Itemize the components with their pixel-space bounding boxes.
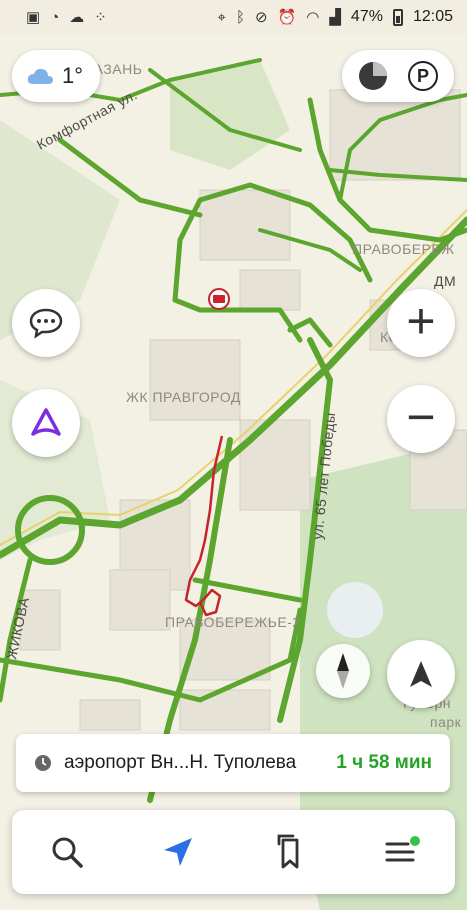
status-bar-right: ⌖ ᛒ ⊘ ⏰ ◠ ▟ 47% 12:05 xyxy=(218,8,453,26)
route-summary-panel[interactable]: аэропорт Вн...Н. Туполева 1 ч 58 мин xyxy=(16,734,450,792)
battery-percent: 47% xyxy=(350,8,383,25)
route-destination: аэропорт Вн...Н. Туполева xyxy=(64,752,297,773)
battery-icon xyxy=(392,8,403,26)
compass-icon xyxy=(337,653,349,689)
parking-icon: P xyxy=(408,61,438,91)
navigator-tab[interactable] xyxy=(148,822,208,882)
status-bar: ▣ ◔ ☁ ⁘ ⌖ ᛒ ⊘ ⏰ ◠ ▟ 47% 12:05 xyxy=(0,0,467,34)
gallery-notification-icon: ▣ xyxy=(26,8,41,26)
chat-bubble-icon xyxy=(29,308,63,339)
wifi-icon: ◠ xyxy=(306,8,320,26)
notification-dot xyxy=(409,836,420,846)
status-time: 12:05 xyxy=(412,8,453,25)
app-grid-notification-icon: ⁘ xyxy=(94,8,107,26)
route-duration: 1 ч 58 мин xyxy=(336,752,432,773)
map-layers-group: P xyxy=(342,50,454,102)
zoom-in-button[interactable]: + xyxy=(387,289,455,357)
alarm-icon: ⏰ xyxy=(277,8,297,26)
compass-button[interactable] xyxy=(316,644,370,698)
layers-button[interactable] xyxy=(353,56,393,96)
bottom-navigation xyxy=(12,810,455,894)
search-tab[interactable] xyxy=(37,822,97,882)
cloud-icon xyxy=(27,68,53,84)
alice-assistant-button[interactable] xyxy=(12,389,80,457)
speed-camera-marker xyxy=(208,288,230,310)
mute-icon: ⊘ xyxy=(255,8,268,26)
status-bar-left: ▣ ◔ ☁ ⁘ xyxy=(26,10,107,25)
navigation-arrow-icon xyxy=(164,838,193,866)
parking-button[interactable]: P xyxy=(403,56,443,96)
bluetooth-icon: ᛒ xyxy=(236,8,246,26)
zoom-out-button[interactable]: − xyxy=(387,385,455,453)
bookmarks-tab[interactable] xyxy=(259,822,319,882)
bookmarks-icon xyxy=(277,834,299,869)
minus-icon: − xyxy=(406,388,436,445)
map-label-dm: ДМ xyxy=(434,273,456,289)
map-label-zhk-pravgorod: ЖК ПРАВГОРОД xyxy=(126,389,241,405)
plus-icon: + xyxy=(406,292,436,349)
search-icon xyxy=(52,837,84,868)
signal-icon: ▟ xyxy=(329,8,341,26)
map-label-pravoberezhye2: ПРАВОБЕРЕЖЬЕ-2 xyxy=(165,614,301,630)
map-label-park: парк xyxy=(430,714,462,730)
pond xyxy=(327,582,383,638)
my-location-button[interactable] xyxy=(387,640,455,708)
navigation-arrow-icon xyxy=(410,661,432,687)
alice-icon xyxy=(31,408,61,436)
location-icon: ⌖ xyxy=(217,8,226,26)
chat-button[interactable] xyxy=(12,289,80,357)
menu-tab[interactable] xyxy=(370,822,430,882)
map-label-pravoberezhny: ПРАВОБЕРЕЖ xyxy=(352,241,455,257)
cloud-notification-icon: ☁ xyxy=(69,8,85,26)
weather-widget[interactable]: 1° xyxy=(12,50,100,102)
clock-notification-icon: ◔ xyxy=(50,8,60,26)
clock-icon xyxy=(35,755,51,771)
weather-temperature: 1° xyxy=(62,63,84,88)
layers-icon xyxy=(359,62,387,90)
